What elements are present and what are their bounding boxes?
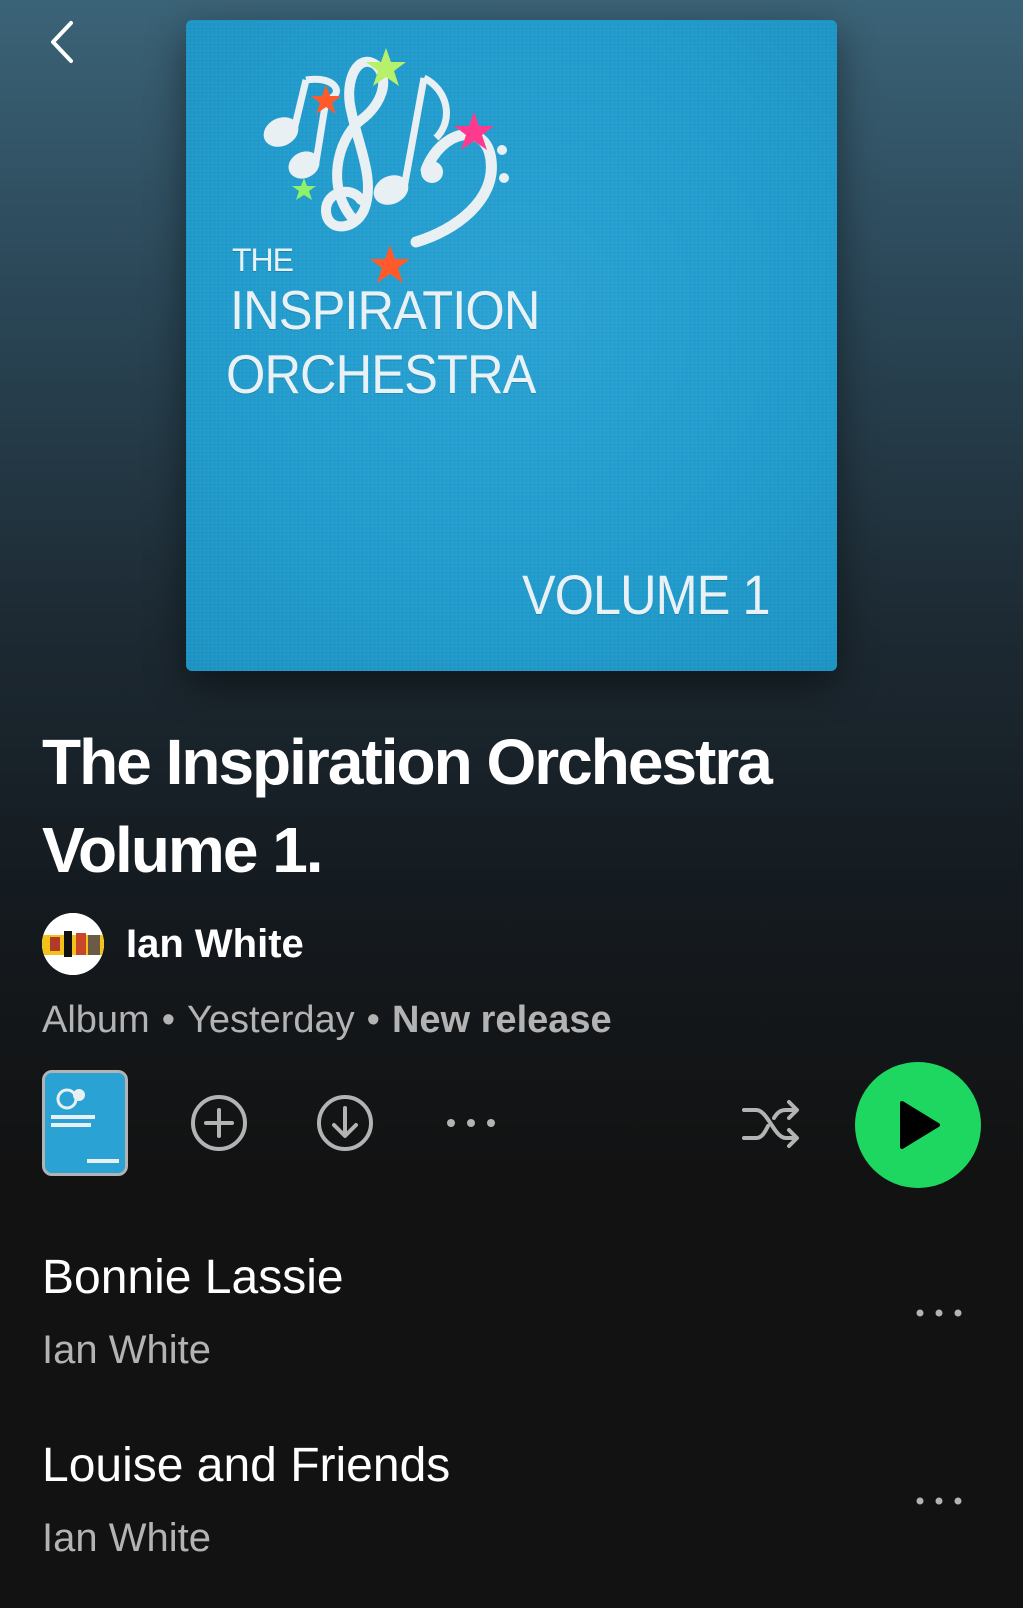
track-more-button[interactable] (906, 1290, 972, 1336)
download-button[interactable] (312, 1090, 378, 1156)
cover-text-inspiration: INSPIRATION (230, 279, 540, 341)
back-button[interactable] (36, 14, 88, 70)
track-artist: Ian White (42, 1328, 211, 1372)
artist-link[interactable]: Ian White (42, 912, 304, 976)
artist-avatar (42, 913, 104, 975)
track-more-button[interactable] (906, 1478, 972, 1524)
add-to-library-button[interactable] (186, 1090, 252, 1156)
artist-name: Ian White (126, 921, 304, 966)
cover-text-orchestra: ORCHESTRA (226, 343, 536, 405)
track-artist: Ian White (42, 1516, 211, 1560)
thumbnail-cover-image (45, 1073, 125, 1173)
more-options-button[interactable] (438, 1090, 504, 1156)
shuffle-button[interactable] (738, 1092, 806, 1156)
track-title: Bonnie Lassie (42, 1251, 344, 1304)
more-horizontal-icon (916, 1309, 962, 1317)
release-date: Yesterday (187, 998, 355, 1041)
meta-separator: • (366, 998, 380, 1041)
track-row[interactable]: Louise and Friends Ian White (0, 1438, 1023, 1608)
more-horizontal-icon (916, 1497, 962, 1505)
more-horizontal-icon (447, 1119, 495, 1127)
album-type: Album (42, 998, 150, 1041)
album-page: THE INSPIRATION ORCHESTRA VOLUME 1 The I… (0, 0, 1023, 1600)
action-bar (0, 1060, 1023, 1190)
track-row[interactable]: Bonnie Lassie Ian White (0, 1250, 1023, 1420)
shuffle-icon (742, 1100, 799, 1148)
play-button[interactable] (855, 1062, 981, 1188)
album-thumbnail[interactable] (42, 1070, 128, 1176)
chevron-left-icon (51, 21, 73, 63)
album-meta: Album • Yesterday • New release (42, 998, 612, 1042)
album-cover: THE INSPIRATION ORCHESTRA VOLUME 1 (186, 20, 837, 671)
play-icon (900, 1101, 940, 1149)
cover-text-volume: VOLUME 1 (522, 563, 771, 626)
track-title: Louise and Friends (42, 1439, 451, 1492)
download-circle-icon (317, 1095, 373, 1151)
avatar-image (42, 913, 104, 975)
cover-text-the: THE (232, 242, 294, 278)
meta-separator: • (161, 998, 176, 1041)
album-title: The Inspiration Orchestra Volume 1. (42, 726, 773, 886)
plus-circle-icon (191, 1095, 247, 1151)
new-release-badge: New release (391, 998, 612, 1041)
